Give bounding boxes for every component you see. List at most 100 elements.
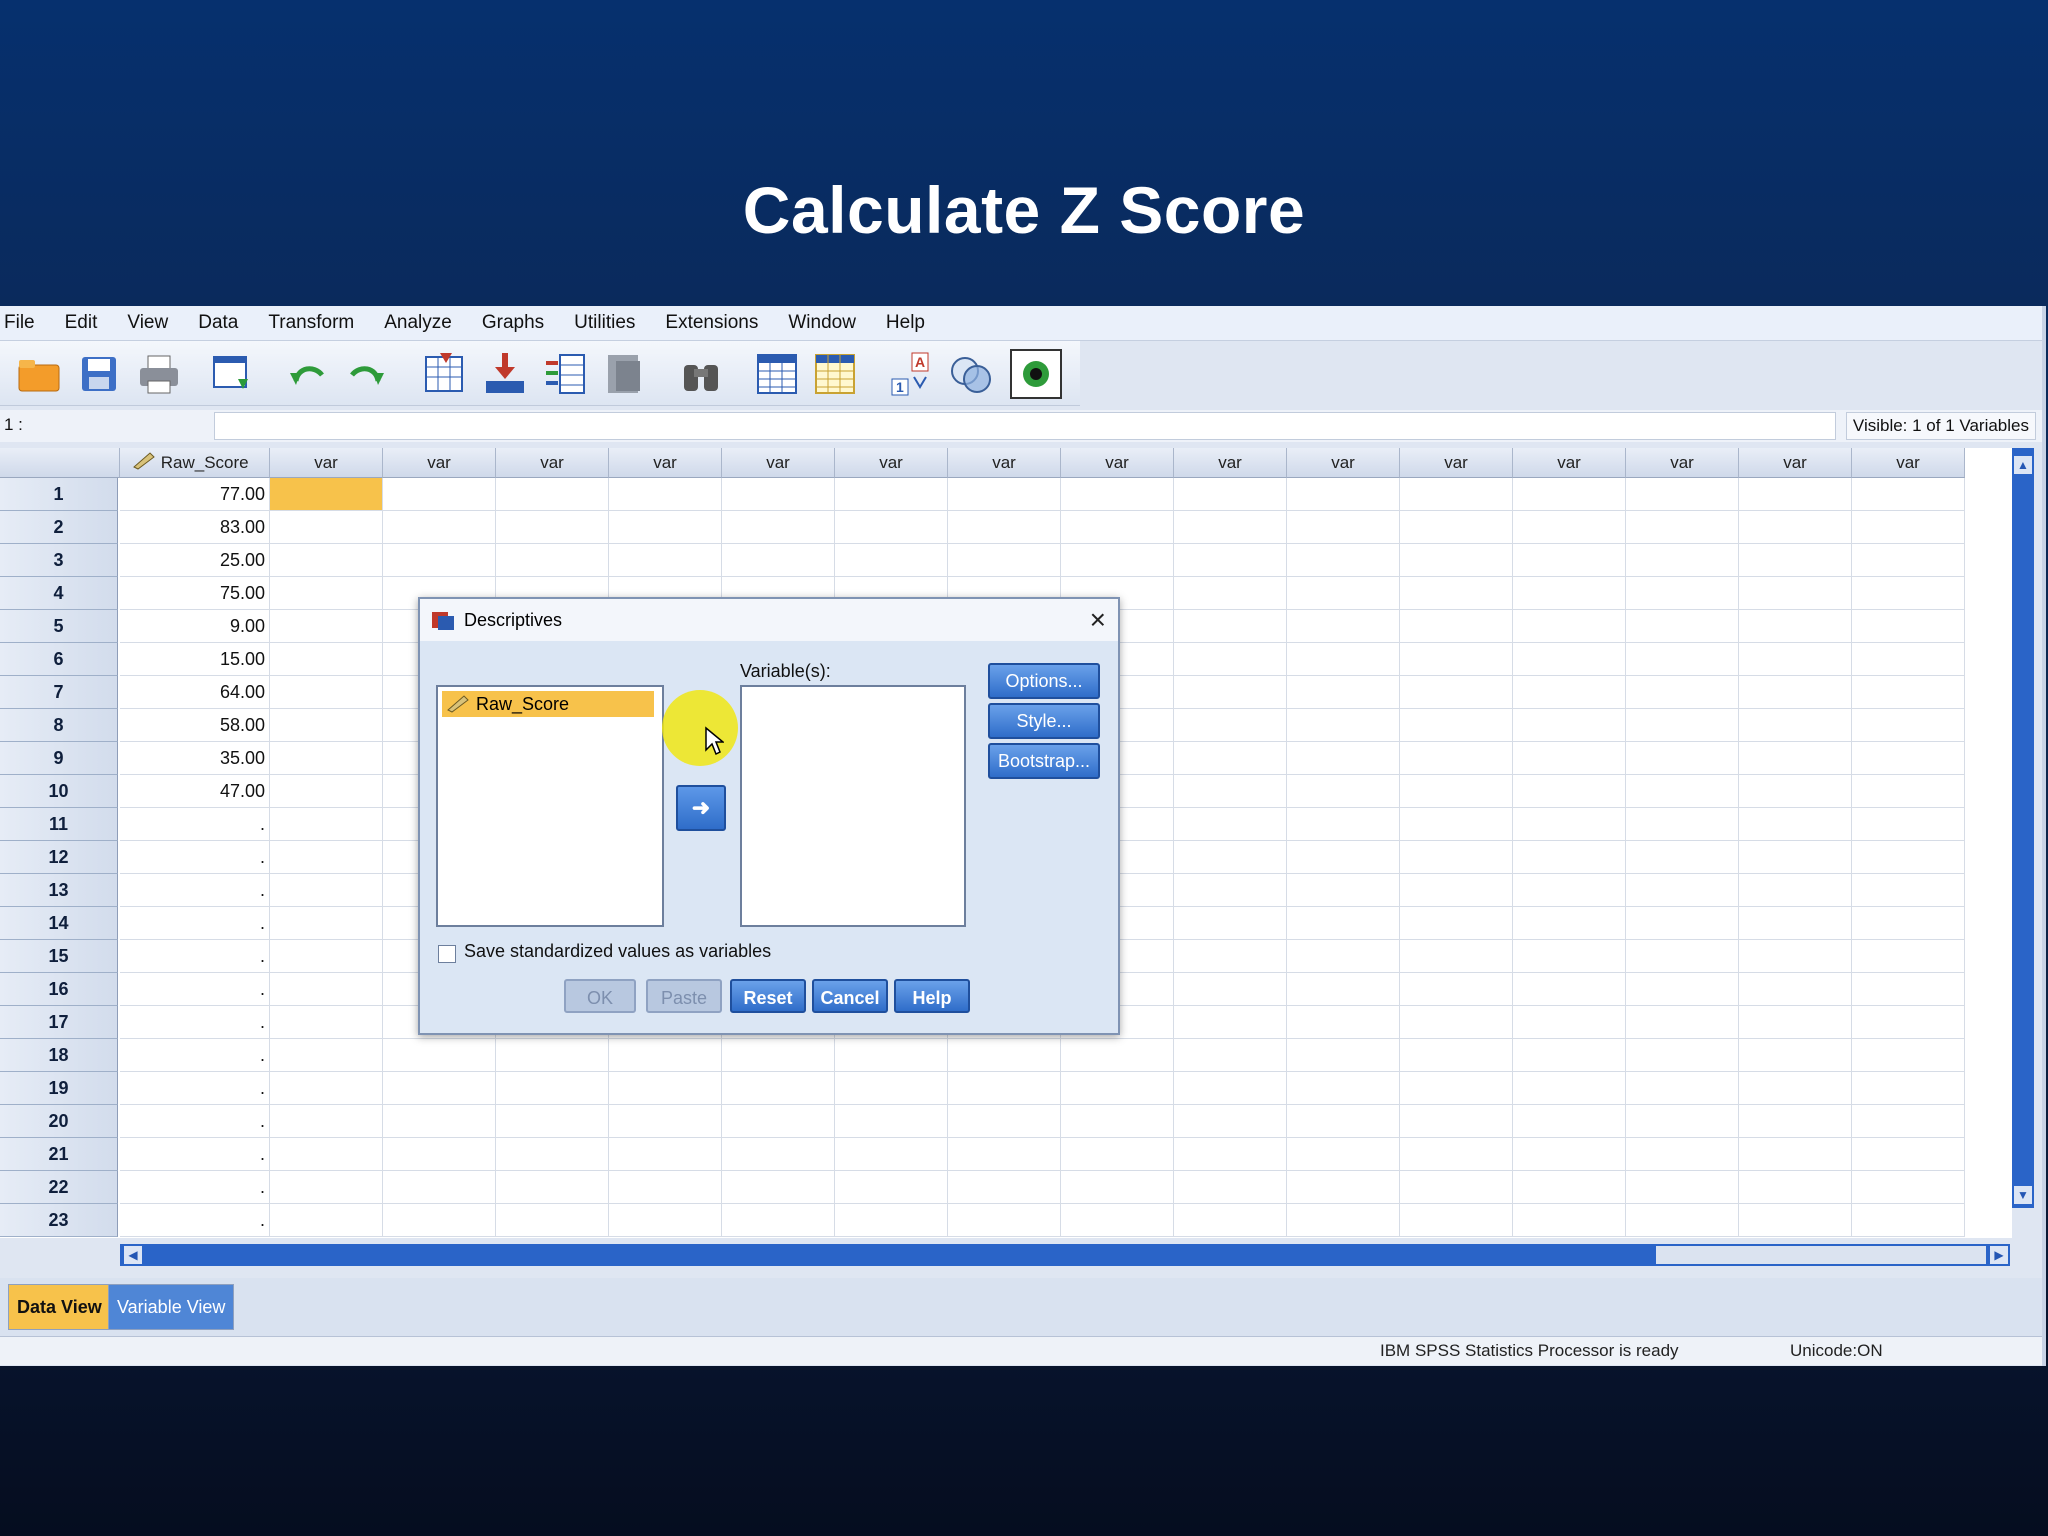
row-header[interactable]: 8: [0, 709, 118, 742]
tab-variable-view[interactable]: Variable View: [108, 1284, 235, 1330]
grid-cell[interactable]: [1513, 610, 1626, 643]
grid-cell[interactable]: [1287, 1072, 1400, 1105]
grid-cell[interactable]: [1174, 1039, 1287, 1072]
grid-cell[interactable]: [1513, 544, 1626, 577]
grid-cell[interactable]: [270, 511, 383, 544]
grid-cell[interactable]: [835, 1171, 948, 1204]
grid-cell[interactable]: [1513, 1039, 1626, 1072]
grid-cell[interactable]: [1287, 676, 1400, 709]
grid-cell[interactable]: [496, 478, 609, 511]
grid-cell[interactable]: [722, 1204, 835, 1237]
grid-cell[interactable]: [383, 1138, 496, 1171]
save-icon[interactable]: [76, 351, 122, 397]
grid-cell[interactable]: [1287, 973, 1400, 1006]
column-header-var[interactable]: var: [1852, 448, 1965, 478]
grid-cell[interactable]: [1400, 1039, 1513, 1072]
grid-cell[interactable]: [1174, 643, 1287, 676]
grid-cell[interactable]: [1513, 1105, 1626, 1138]
cell-raw-score[interactable]: .: [120, 1039, 270, 1072]
grid-cell[interactable]: [1513, 511, 1626, 544]
cell-raw-score[interactable]: 64.00: [120, 676, 270, 709]
grid-cell[interactable]: [1400, 841, 1513, 874]
cell-raw-score[interactable]: .: [120, 874, 270, 907]
row-header[interactable]: 21: [0, 1138, 118, 1171]
grid-cell[interactable]: [1400, 676, 1513, 709]
grid-cell[interactable]: [1174, 775, 1287, 808]
menu-edit[interactable]: Edit: [65, 312, 98, 334]
grid-cell[interactable]: [1626, 775, 1739, 808]
grid-cell[interactable]: [1513, 775, 1626, 808]
grid-cell[interactable]: [1400, 544, 1513, 577]
grid-cell[interactable]: [1174, 610, 1287, 643]
grid-cell[interactable]: [1513, 1138, 1626, 1171]
row-header[interactable]: 14: [0, 907, 118, 940]
grid-cell[interactable]: [1400, 478, 1513, 511]
menu-extensions[interactable]: Extensions: [665, 312, 758, 334]
row-header[interactable]: 11: [0, 808, 118, 841]
grid-cell[interactable]: [722, 1171, 835, 1204]
grid-cell[interactable]: [1513, 742, 1626, 775]
cell-raw-score[interactable]: .: [120, 841, 270, 874]
grid-cell[interactable]: [948, 511, 1061, 544]
grid-cell[interactable]: [835, 544, 948, 577]
grid-cell[interactable]: [1400, 643, 1513, 676]
grid-cell[interactable]: [1061, 544, 1174, 577]
grid-cell[interactable]: [1400, 775, 1513, 808]
grid-cell[interactable]: [1852, 973, 1965, 1006]
grid-cell[interactable]: [1174, 1006, 1287, 1039]
grid-cell[interactable]: [1287, 1006, 1400, 1039]
use-variable-sets-icon[interactable]: [948, 351, 994, 397]
grid-cell[interactable]: [1739, 676, 1852, 709]
column-header-var[interactable]: var: [1287, 448, 1400, 478]
grid-cell[interactable]: [1852, 1039, 1965, 1072]
grid-cell[interactable]: [1400, 511, 1513, 544]
grid-cell[interactable]: [1513, 907, 1626, 940]
grid-cell[interactable]: [1852, 577, 1965, 610]
close-icon[interactable]: ×: [1090, 599, 1106, 641]
grid-cell[interactable]: [1852, 478, 1965, 511]
grid-cell[interactable]: [1626, 874, 1739, 907]
grid-cell[interactable]: [270, 1072, 383, 1105]
grid-cell[interactable]: [1852, 1204, 1965, 1237]
row-header[interactable]: 22: [0, 1171, 118, 1204]
grid-cell[interactable]: [1400, 1171, 1513, 1204]
grid-cell[interactable]: [1400, 577, 1513, 610]
grid-cell[interactable]: [948, 1171, 1061, 1204]
grid-cell[interactable]: [270, 808, 383, 841]
grid-cell[interactable]: [1400, 709, 1513, 742]
grid-cell[interactable]: [1513, 973, 1626, 1006]
grid-cell[interactable]: [722, 511, 835, 544]
grid-cell[interactable]: [1400, 1105, 1513, 1138]
grid-cell[interactable]: [1852, 610, 1965, 643]
grid-cell[interactable]: [609, 544, 722, 577]
grid-cell[interactable]: [609, 511, 722, 544]
grid-cell[interactable]: [1739, 841, 1852, 874]
cell-raw-score[interactable]: .: [120, 973, 270, 1006]
grid-cell[interactable]: [496, 511, 609, 544]
row-header[interactable]: 3: [0, 544, 118, 577]
grid-cell[interactable]: [1626, 676, 1739, 709]
scroll-right-icon[interactable]: ▶: [1990, 1246, 2008, 1264]
row-header[interactable]: 2: [0, 511, 118, 544]
grid-cell[interactable]: [1400, 1204, 1513, 1237]
grid-cell[interactable]: [1739, 1039, 1852, 1072]
grid-cell[interactable]: [1626, 1006, 1739, 1039]
horizontal-scrollbar[interactable]: ◀ ▶: [120, 1244, 2010, 1266]
grid-cell[interactable]: [1626, 1039, 1739, 1072]
row-header[interactable]: 9: [0, 742, 118, 775]
column-header-var[interactable]: var: [722, 448, 835, 478]
grid-cell[interactable]: [1061, 1138, 1174, 1171]
grid-cell[interactable]: [1061, 1105, 1174, 1138]
grid-cell[interactable]: [1400, 907, 1513, 940]
grid-cell[interactable]: [1739, 577, 1852, 610]
dialog-titlebar[interactable]: Descriptives ×: [420, 599, 1118, 641]
open-folder-icon[interactable]: [16, 351, 62, 397]
grid-cell[interactable]: [1174, 973, 1287, 1006]
row-header[interactable]: 4: [0, 577, 118, 610]
grid-cell[interactable]: [1513, 841, 1626, 874]
grid-cell[interactable]: [270, 775, 383, 808]
grid-cell[interactable]: [496, 1039, 609, 1072]
grid-cell[interactable]: [1174, 577, 1287, 610]
source-variable-list[interactable]: Raw_Score: [436, 685, 664, 927]
active-cell[interactable]: [270, 478, 383, 511]
